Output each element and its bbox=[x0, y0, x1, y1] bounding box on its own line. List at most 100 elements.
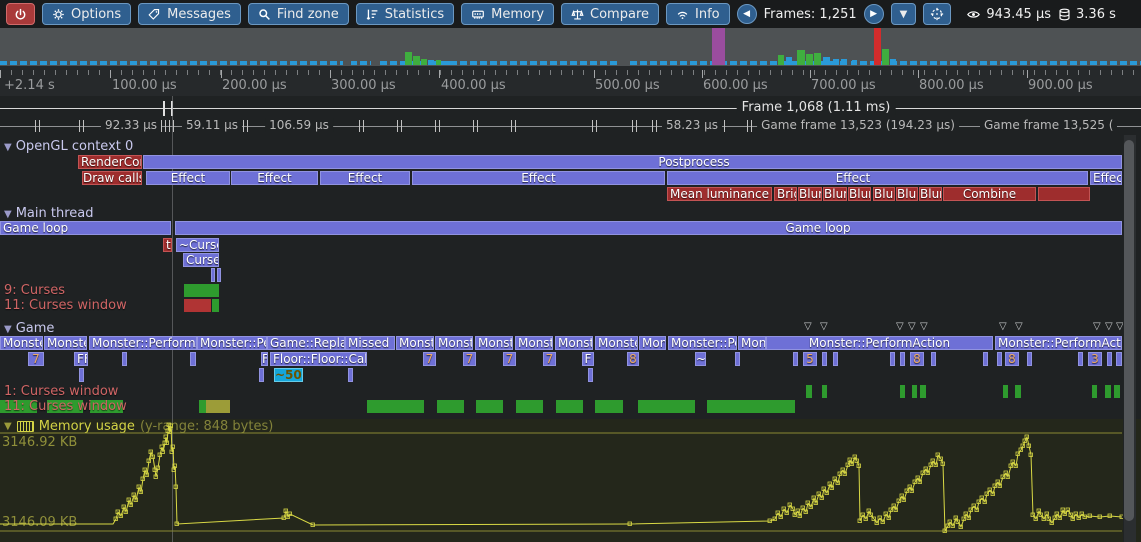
zone[interactable]: Monste bbox=[595, 336, 638, 350]
lock-bar[interactable] bbox=[556, 400, 583, 413]
zone[interactable]: Effect bbox=[146, 171, 230, 185]
zone[interactable]: Floor::Floor::Calc bbox=[270, 352, 367, 366]
lock-bar[interactable] bbox=[199, 400, 206, 413]
subframe-label[interactable]: Game frame 13,523 (194.23 μs) bbox=[757, 118, 959, 132]
lock-bar[interactable] bbox=[184, 284, 219, 297]
zone[interactable]: Monster::Pe bbox=[668, 336, 737, 350]
zone[interactable]: Curses bbox=[183, 253, 219, 267]
message-marker-icon[interactable]: ▽ bbox=[896, 322, 904, 332]
zone[interactable] bbox=[997, 352, 1002, 366]
zone[interactable]: Monst bbox=[396, 336, 434, 350]
zone[interactable]: Missed bbox=[345, 336, 395, 350]
section-header-main-thread[interactable]: ▼Main thread bbox=[4, 206, 93, 221]
message-marker-icon[interactable]: ▽ bbox=[1015, 322, 1023, 332]
zone[interactable]: Blur bbox=[919, 187, 942, 201]
zone[interactable]: Monster::PerformA bbox=[89, 336, 197, 350]
zone[interactable]: 8 bbox=[627, 352, 639, 366]
message-marker-icon[interactable]: ▽ bbox=[1093, 322, 1101, 332]
message-marker-icon[interactable]: ▽ bbox=[999, 322, 1007, 332]
zone[interactable]: Monster::PerformAction bbox=[766, 336, 993, 350]
subframe-label[interactable]: 59.11 μs bbox=[182, 118, 242, 132]
zone[interactable]: Effect bbox=[667, 171, 1088, 185]
lock-bar[interactable] bbox=[920, 385, 926, 398]
zone[interactable] bbox=[1107, 352, 1112, 366]
lock-bar[interactable] bbox=[707, 400, 795, 413]
zone[interactable] bbox=[348, 368, 353, 382]
zone[interactable]: Blur bbox=[798, 187, 822, 201]
zone[interactable]: F bbox=[261, 352, 268, 366]
zone[interactable]: Effect bbox=[412, 171, 665, 185]
lock-bar[interactable] bbox=[184, 299, 211, 312]
zone[interactable]: Monste bbox=[44, 336, 87, 350]
zone[interactable]: Mean luminance bbox=[667, 187, 772, 201]
zone[interactable] bbox=[931, 352, 936, 366]
zone[interactable]: ~Curses bbox=[176, 238, 219, 252]
subframe-label[interactable]: 58.23 μs bbox=[662, 118, 722, 132]
lock-bar[interactable] bbox=[367, 400, 424, 413]
zone[interactable] bbox=[900, 352, 905, 366]
zone[interactable]: Blur bbox=[823, 187, 847, 201]
zone[interactable] bbox=[983, 352, 988, 366]
lock-bar[interactable] bbox=[437, 400, 464, 413]
zone[interactable]: ~50~ bbox=[274, 368, 303, 382]
zone[interactable]: Mons bbox=[639, 336, 666, 350]
lock-bar[interactable] bbox=[516, 400, 543, 413]
zone[interactable]: Monste bbox=[555, 336, 593, 350]
zone[interactable]: Monst bbox=[515, 336, 553, 350]
lock-bar[interactable] bbox=[595, 400, 623, 413]
zone[interactable]: Blur bbox=[896, 187, 918, 201]
lock-bar[interactable] bbox=[822, 385, 827, 398]
message-marker-icon[interactable]: ▽ bbox=[908, 322, 916, 332]
lock-bar[interactable] bbox=[476, 400, 503, 413]
zone[interactable]: 7 bbox=[463, 352, 476, 366]
zone[interactable] bbox=[211, 268, 215, 282]
lock-bar[interactable] bbox=[806, 385, 812, 398]
lock-bar[interactable] bbox=[900, 385, 905, 398]
collapse-icon[interactable]: ▼ bbox=[4, 142, 12, 153]
zone[interactable] bbox=[190, 352, 196, 366]
frame-band-label[interactable]: Frame 1,068 (1.11 ms) bbox=[737, 100, 896, 115]
zone[interactable] bbox=[1027, 352, 1032, 366]
zone[interactable]: 7 bbox=[28, 352, 44, 366]
lock-bar[interactable] bbox=[638, 400, 695, 413]
message-marker-icon[interactable]: ▽ bbox=[1105, 322, 1113, 332]
zone[interactable]: Monst bbox=[435, 336, 473, 350]
zone[interactable]: Draw calls bbox=[82, 171, 142, 185]
zone[interactable] bbox=[79, 368, 84, 382]
zone[interactable] bbox=[259, 368, 264, 382]
zone[interactable]: Effect bbox=[1090, 171, 1122, 185]
zone[interactable]: Effect bbox=[231, 171, 318, 185]
zone[interactable]: 8 bbox=[910, 352, 924, 366]
zone[interactable]: 5 bbox=[803, 352, 817, 366]
zone[interactable]: FF bbox=[74, 352, 88, 366]
lock-bar[interactable] bbox=[912, 385, 917, 398]
memory-usage-chart[interactable] bbox=[0, 419, 1141, 542]
zone[interactable] bbox=[1078, 352, 1083, 366]
zone[interactable]: RenderConte bbox=[78, 155, 142, 169]
message-marker-icon[interactable]: ▽ bbox=[920, 322, 928, 332]
zone[interactable] bbox=[217, 268, 221, 282]
zone[interactable] bbox=[890, 352, 895, 366]
zone[interactable]: Game::Replay bbox=[267, 336, 345, 350]
zone[interactable] bbox=[735, 352, 740, 366]
zone[interactable]: Monst bbox=[475, 336, 513, 350]
zone[interactable]: 7 bbox=[503, 352, 516, 366]
zone[interactable]: Monster::PerformActi bbox=[995, 336, 1122, 350]
lock-bar[interactable] bbox=[1092, 385, 1097, 398]
zone[interactable]: F bbox=[582, 352, 594, 366]
zone[interactable]: Brigh bbox=[774, 187, 797, 201]
zone[interactable]: Effect bbox=[320, 171, 410, 185]
zone[interactable] bbox=[793, 352, 798, 366]
lock-bar[interactable] bbox=[1003, 385, 1008, 398]
zone[interactable] bbox=[588, 368, 593, 382]
lock-bar[interactable] bbox=[1015, 385, 1021, 398]
subframe-label[interactable]: Game frame 13,525 ( bbox=[980, 118, 1117, 132]
zone[interactable]: Postprocess bbox=[143, 155, 1122, 169]
collapse-icon[interactable]: ▼ bbox=[4, 209, 12, 220]
zone[interactable]: ~ bbox=[695, 352, 706, 366]
zone[interactable]: ti bbox=[163, 238, 172, 252]
zone[interactable]: Monster::Pe bbox=[197, 336, 267, 350]
zone[interactable]: 7 bbox=[423, 352, 436, 366]
zone[interactable] bbox=[1116, 352, 1122, 366]
lock-bar[interactable] bbox=[1114, 385, 1120, 398]
